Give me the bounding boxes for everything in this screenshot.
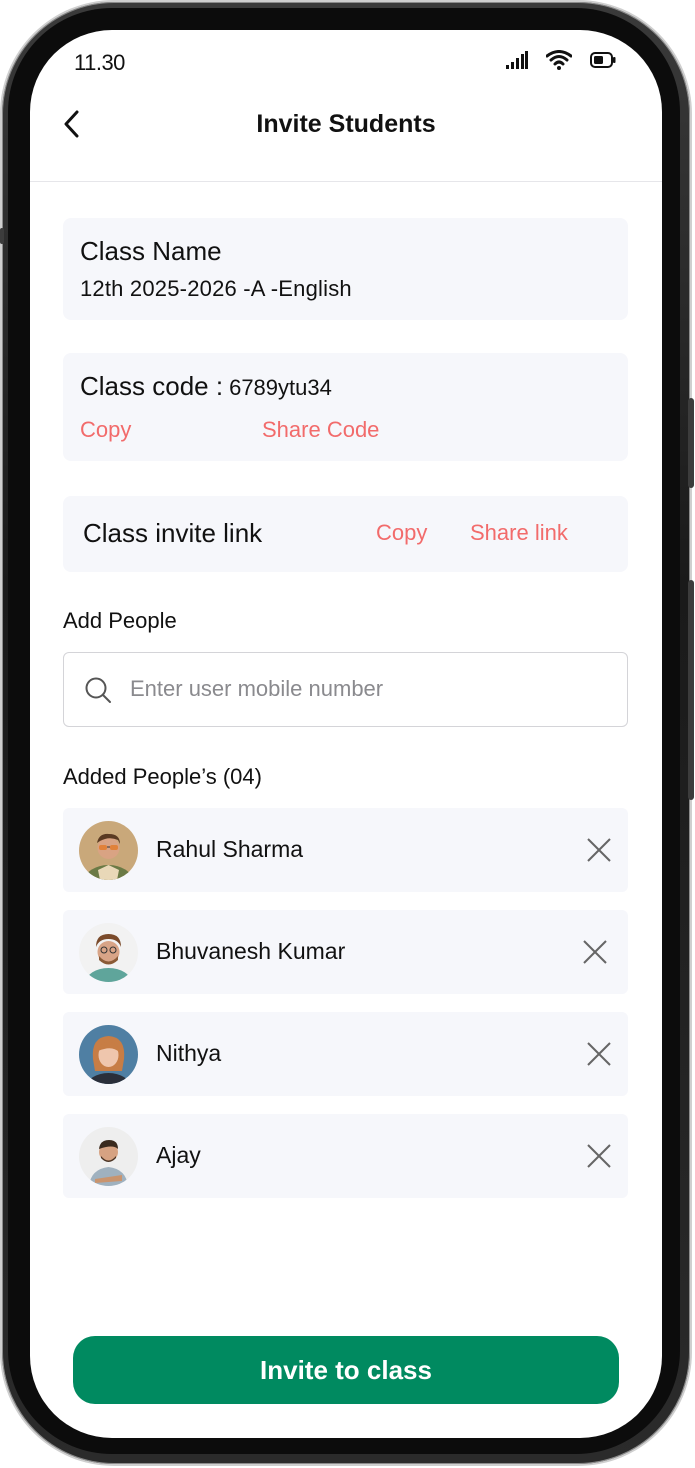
class-code-card: Class code :6789ytu34 Copy Share Code (63, 353, 628, 461)
invite-to-class-button[interactable]: Invite to class (73, 1336, 619, 1404)
person-name: Bhuvanesh Kumar (156, 938, 346, 964)
avatar (79, 1127, 138, 1186)
battery-icon (590, 52, 616, 73)
class-code-value: 6789ytu34 (229, 375, 332, 400)
page-title: Invite Students (256, 110, 436, 138)
cellular-signal-icon (506, 51, 528, 74)
close-icon (587, 838, 611, 862)
status-icons (506, 50, 616, 75)
class-name-label: Class Name (80, 236, 222, 266)
side-button (0, 228, 4, 244)
close-icon (583, 940, 607, 964)
class-code-row: Class code :6789ytu34 (80, 371, 332, 402)
list-item: Bhuvanesh Kumar (63, 910, 628, 994)
remove-person-button[interactable] (584, 835, 614, 865)
class-name-card: Class Name 12th 2025-2026 -A -English (63, 218, 628, 320)
add-people-heading: Add People (63, 608, 177, 633)
mobile-number-input[interactable] (130, 669, 600, 709)
wifi-icon (545, 50, 573, 75)
close-icon (587, 1144, 611, 1168)
share-code-link[interactable]: Share Code (262, 417, 379, 443)
class-code-label: Class code : (80, 371, 224, 401)
person-name: Nithya (156, 1040, 222, 1066)
invite-link-label: Class invite link (83, 518, 263, 548)
copy-link-button[interactable]: Copy (376, 520, 427, 546)
avatar (79, 821, 138, 880)
person-name: Ajay (156, 1142, 201, 1168)
person-name: Rahul Sharma (156, 836, 304, 862)
remove-person-button[interactable] (584, 1039, 614, 1069)
added-people-heading: Added People’s (04) (63, 764, 262, 789)
status-time: 11.30 (74, 50, 125, 75)
power-button (688, 580, 694, 800)
avatar (79, 1025, 138, 1084)
close-icon (587, 1042, 611, 1066)
header: Invite Students (30, 90, 662, 182)
search-field (63, 652, 628, 727)
class-name-value: 12th 2025-2026 -A -English (80, 276, 352, 301)
avatar (79, 923, 138, 982)
list-item: Nithya (63, 1012, 628, 1096)
remove-person-button[interactable] (580, 937, 610, 967)
share-link-button[interactable]: Share link (470, 520, 568, 546)
remove-person-button[interactable] (584, 1141, 614, 1171)
volume-button (688, 398, 694, 488)
copy-code-link[interactable]: Copy (80, 417, 131, 443)
list-item: Ajay (63, 1114, 628, 1198)
invite-link-card: Class invite link Copy Share link (63, 496, 628, 572)
list-item: Rahul Sharma (63, 808, 628, 892)
app-screen: 11.30 Invite Students Class Name 12th 20… (30, 30, 662, 1438)
search-icon (85, 677, 111, 703)
